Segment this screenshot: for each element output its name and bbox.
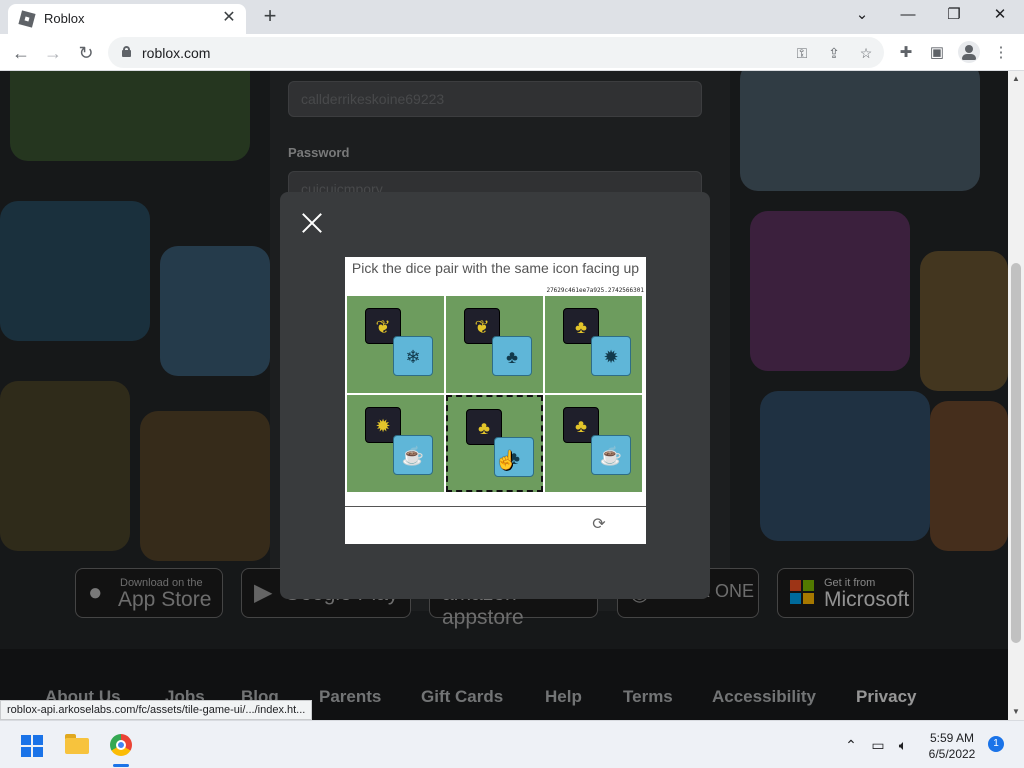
pointer-hand-icon: ☝: [495, 450, 518, 470]
captcha-prompt: Pick the dice pair with the same icon fa…: [351, 260, 640, 276]
page-viewport: callderrikeskoine69223 Password cuicuicm…: [0, 71, 1008, 720]
menu-kebab-icon[interactable]: ⋮: [990, 42, 1012, 64]
windows-taskbar: ⌃ ▭ 🔈︎ 5:59 AM 6/5/2022 1: [0, 720, 1024, 768]
tab-strip: Roblox ✕ + ⌄ — ❐ ✕: [0, 0, 1024, 34]
side-panel-icon[interactable]: ▣: [926, 42, 948, 64]
captcha-tile-5[interactable]: ♣ ♣: [446, 395, 543, 492]
scroll-up-icon[interactable]: ▲: [1011, 74, 1021, 84]
page-scrollbar[interactable]: ▲ ▼: [1008, 71, 1024, 720]
restore-button[interactable]: ❐: [940, 4, 968, 28]
captcha-tile-2[interactable]: ❦ ♣: [446, 296, 543, 393]
profile-avatar[interactable]: [958, 41, 980, 63]
minimize-button[interactable]: —: [894, 4, 922, 28]
close-tab-icon[interactable]: ✕: [220, 9, 238, 27]
share-icon[interactable]: ⇪: [824, 43, 844, 63]
scrollbar-thumb[interactable]: [1011, 263, 1021, 643]
cup-die-icon: ☕: [591, 435, 631, 475]
url-text[interactable]: roblox.com: [142, 45, 210, 61]
forward-button[interactable]: →: [40, 40, 66, 66]
refresh-icon[interactable]: ⟳: [590, 516, 608, 534]
close-icon[interactable]: [301, 212, 323, 234]
notification-badge[interactable]: 1: [988, 736, 1004, 752]
network-icon[interactable]: ▭: [868, 735, 888, 755]
windows-start-icon[interactable]: [21, 735, 43, 757]
clock-date: 6/5/2022: [928, 747, 976, 761]
extensions-icon[interactable]: ✚: [895, 42, 917, 64]
divider: [345, 506, 646, 507]
clock-time: 5:59 AM: [929, 731, 975, 745]
close-window-button[interactable]: ✕: [986, 4, 1014, 28]
tab-title: Roblox: [44, 11, 85, 26]
tree-die-icon: ♣: [492, 336, 532, 376]
captcha-session-id: 27629c461ee7a925.2742566301: [546, 287, 644, 294]
roblox-favicon-icon: [18, 10, 36, 28]
snowflake-die-icon: ❄: [393, 336, 433, 376]
browser-toolbar: ← → ↻ roblox.com ⚿ ⇪ ☆ ✚ ▣ ⋮: [0, 34, 1024, 71]
lock-icon[interactable]: [122, 46, 131, 57]
captcha-tile-6[interactable]: ♣ ☕: [545, 395, 642, 492]
tab-search-icon[interactable]: ⌄: [848, 4, 876, 28]
system-clock[interactable]: 5:59 AM 6/5/2022: [922, 730, 982, 762]
chevron-up-icon[interactable]: ⌃: [841, 735, 861, 755]
sun-die-icon: ✹: [591, 336, 631, 376]
captcha-frame: Pick the dice pair with the same icon fa…: [345, 257, 646, 544]
bookmark-star-icon[interactable]: ☆: [856, 43, 876, 63]
address-bar[interactable]: roblox.com ⚿ ⇪ ☆: [108, 37, 884, 68]
scroll-down-icon[interactable]: ▼: [1011, 707, 1021, 717]
captcha-tile-4[interactable]: ✹ ☕: [347, 395, 444, 492]
active-app-indicator: [113, 764, 129, 767]
status-bar-url: roblox-api.arkoselabs.com/fc/assets/tile…: [0, 700, 313, 720]
file-explorer-icon[interactable]: [65, 734, 89, 754]
captcha-modal: Pick the dice pair with the same icon fa…: [280, 192, 710, 599]
key-icon[interactable]: ⚿: [792, 43, 812, 63]
cup-die-icon: ☕: [393, 435, 433, 475]
new-tab-button[interactable]: +: [258, 5, 282, 29]
chrome-icon[interactable]: [110, 734, 132, 756]
captcha-tile-3[interactable]: ♣ ✹: [545, 296, 642, 393]
captcha-tile-1[interactable]: ❦ ❄: [347, 296, 444, 393]
reload-button[interactable]: ↻: [73, 40, 99, 66]
volume-icon[interactable]: 🔈︎: [893, 735, 913, 755]
browser-tab[interactable]: Roblox ✕: [8, 4, 246, 34]
back-button[interactable]: ←: [8, 40, 34, 66]
